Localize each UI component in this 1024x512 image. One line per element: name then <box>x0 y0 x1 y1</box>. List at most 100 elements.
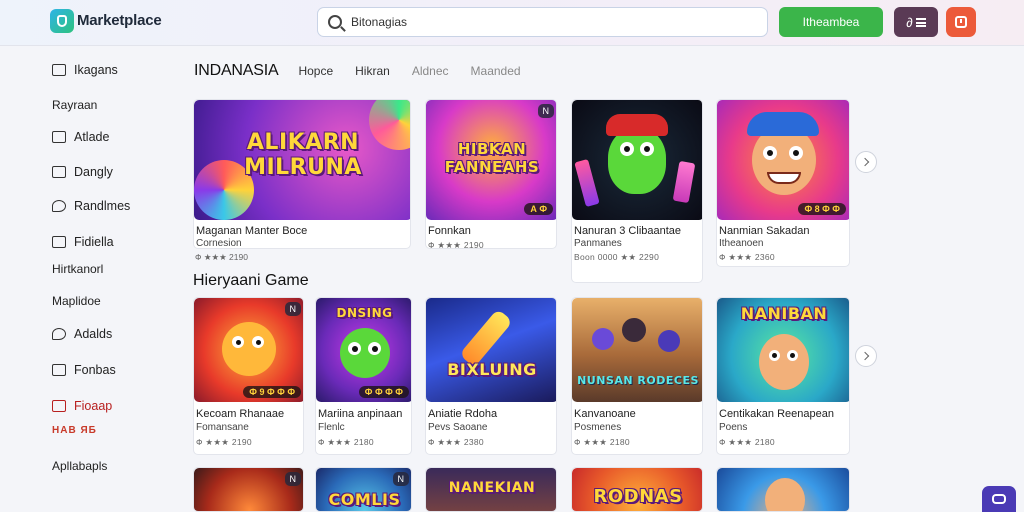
game-thumbnail: NANEKIAN <box>426 468 556 511</box>
game-title: Kecoam Rhanaae <box>196 408 285 420</box>
thumb-title: NUNSAN RODECES <box>577 374 699 387</box>
game-meta: Ф ★★★ 2180 <box>318 437 374 447</box>
menu-button[interactable]: ∂ <box>894 7 938 37</box>
game-meta: Ф ★★★ 2190 <box>195 252 248 262</box>
tab-2[interactable]: Aldnec <box>412 64 449 78</box>
notification-button[interactable] <box>946 7 976 37</box>
search-input[interactable] <box>351 15 731 29</box>
tab-3[interactable]: Maanded <box>471 64 521 78</box>
game-card[interactable]: ALIKARN MILRUNA Maganan Manter Boce Corn… <box>193 99 411 249</box>
game-meta: Ф ★★★ 2190 <box>196 437 252 447</box>
tab-0[interactable]: Hopce <box>298 64 333 78</box>
chat-icon <box>992 494 1006 504</box>
price-pill: Ф Ф Ф Ф <box>358 386 409 398</box>
mail-icon <box>52 364 66 376</box>
thumb-title: RODNAS <box>593 486 683 507</box>
game-meta: Ф ★★★ 2180 <box>574 437 630 447</box>
search-box[interactable] <box>317 7 768 37</box>
eye-decoration <box>232 336 244 348</box>
eye-decoration <box>789 146 803 160</box>
eye-decoration <box>368 342 381 355</box>
game-card[interactable]: N <box>193 467 304 512</box>
game-card[interactable]: Nanuran 3 Clibaantae Panmanes Boon 0000 … <box>571 99 703 283</box>
app-title[interactable]: Marketplace <box>77 12 162 29</box>
image-icon <box>52 131 66 143</box>
game-card[interactable]: NANIBAN Centikakan Reenapean Poens Ф ★★★… <box>716 297 850 455</box>
game-card[interactable]: Ф 8 Ф Ф Nanmian Sakadan Itheanoen Ф ★★★ … <box>716 99 850 267</box>
sidebar-item-6[interactable]: Hirtkanorl <box>52 260 103 278</box>
rocket-decoration <box>459 308 513 368</box>
sidebar-item-11[interactable]: НАВ ЯБ <box>52 421 97 439</box>
sidebar-item-3[interactable]: Dangly <box>52 163 113 181</box>
chat-support-button[interactable] <box>982 486 1016 512</box>
tab-main[interactable]: INDANASIA <box>194 62 279 80</box>
game-thumbnail <box>717 468 849 511</box>
corner-badge: N <box>284 302 301 316</box>
game-thumbnail: ALIKARN MILRUNA <box>194 100 410 220</box>
sidebar-item-5[interactable]: Fidiella <box>52 233 114 251</box>
alert-icon <box>955 16 967 28</box>
game-thumbnail: BIXLUING <box>426 298 556 402</box>
scroll-right-button[interactable] <box>855 151 877 173</box>
section-title: Hieryaani Game <box>193 272 309 289</box>
game-card[interactable]: NANEKIAN <box>425 467 557 512</box>
search-icon <box>328 15 342 29</box>
menu-button-glyph: ∂ <box>906 14 913 30</box>
game-subtitle: Posmenes <box>574 422 622 433</box>
sidebar-item-1[interactable]: Rayraan <box>52 96 97 114</box>
green-character <box>340 328 390 378</box>
price-pill: Ф 8 Ф Ф <box>798 203 846 215</box>
game-title: Aniatie Rdoha <box>428 408 498 420</box>
corner-badge: N <box>392 472 409 486</box>
menu-icon <box>915 17 926 27</box>
thumb-title: BIXLUING <box>447 360 537 379</box>
game-thumbnail: NUNSAN RODECES <box>572 298 702 402</box>
chevron-right-icon <box>860 157 870 167</box>
scroll-right-button[interactable] <box>855 345 877 367</box>
game-thumbnail: NANIBAN <box>717 298 849 402</box>
thumb-title: HIBKAN FANNEAHS <box>444 140 540 176</box>
game-meta: Ф ★★★ 2380 <box>428 437 484 447</box>
boy-character <box>759 334 809 390</box>
eye-decoration <box>763 146 777 160</box>
sidebar-item-10[interactable]: Fioaap <box>52 397 112 415</box>
game-subtitle: Cornesion <box>196 238 242 249</box>
sidebar-item-12[interactable]: Apllabapls <box>52 457 107 475</box>
top-bar: Marketplace Itheambea ∂ <box>0 0 1024 46</box>
game-card[interactable]: DNSING Ф Ф Ф Ф Mariina anpinaan Flenlc Ф… <box>315 297 412 455</box>
sidebar: Ikagans Rayraan Atlade Dangly Randlmes F… <box>0 47 180 512</box>
orange-character <box>222 322 276 376</box>
game-card[interactable]: HIBKAN FANNEAHS N А Ф Fonnkan Ф ★★★ 2190 <box>425 99 557 249</box>
thumb-title: NANEKIAN <box>448 480 536 496</box>
sidebar-item-4[interactable]: Randlmes <box>52 197 130 215</box>
game-title: Mariina anpinaan <box>318 408 403 420</box>
eye-decoration <box>348 342 361 355</box>
game-card[interactable]: COMLIS N <box>315 467 412 512</box>
game-card[interactable]: NUNSAN RODECES Kanvanoane Posmenes Ф ★★★… <box>571 297 703 455</box>
character-decoration <box>592 328 614 350</box>
price-pill: Ф 9 Ф Ф Ф <box>243 386 301 398</box>
game-subtitle: Flenlc <box>318 422 345 433</box>
sidebar-item-0[interactable]: Ikagans <box>52 61 118 79</box>
corner-badge: N <box>284 472 301 486</box>
game-card[interactable]: RODNAS <box>571 467 703 512</box>
sidebar-item-2[interactable]: Atlade <box>52 128 109 146</box>
tab-1[interactable]: Hikran <box>355 64 390 78</box>
corner-badge: N <box>537 104 554 118</box>
green-character <box>608 128 666 194</box>
mail-icon <box>52 166 66 178</box>
sidebar-item-9[interactable]: Fonbas <box>52 361 116 379</box>
game-card[interactable]: BIXLUING Aniatie Rdoha Pevs Saoane Ф ★★★… <box>425 297 557 455</box>
chat-icon <box>52 200 66 212</box>
game-card[interactable]: N Ф 9 Ф Ф Ф Kecoam Rhanaae Fomansane Ф ★… <box>193 297 304 455</box>
thumb-title: COMLIS <box>328 490 401 509</box>
sidebar-item-7[interactable]: Maplidoe <box>52 292 101 310</box>
game-card[interactable] <box>716 467 850 512</box>
primary-action-button[interactable]: Itheambea <box>779 7 883 37</box>
game-thumbnail: HIBKAN FANNEAHS N А Ф <box>426 100 556 220</box>
game-thumbnail: N <box>194 468 303 511</box>
app-logo-icon[interactable] <box>50 9 74 33</box>
sidebar-item-8[interactable]: Adalds <box>52 325 112 343</box>
candy-decoration <box>574 158 600 208</box>
game-thumbnail <box>572 100 702 220</box>
